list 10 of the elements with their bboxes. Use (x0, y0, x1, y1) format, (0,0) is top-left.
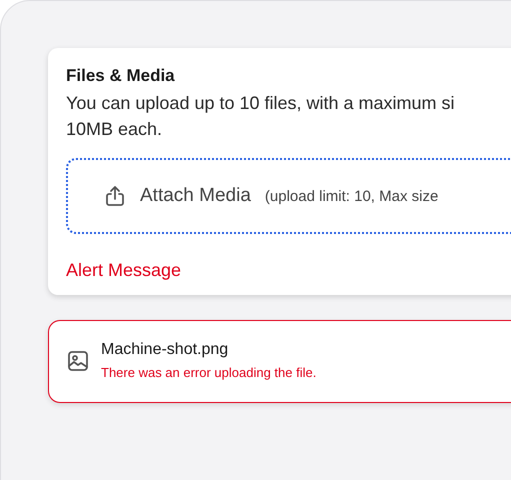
alert-message: Alert Message (66, 260, 182, 281)
description: You can upload up to 10 files, with a maximum si 10MB each. (66, 92, 456, 141)
error-message: There was an error uploading the file. (101, 365, 316, 380)
image-icon (67, 350, 89, 372)
file-name: Machine-shot.png (101, 341, 230, 359)
attach-media-label: Attach Media (140, 185, 251, 207)
upload-icon (104, 185, 126, 207)
upload-limit-hint: (upload limit: 10, Max size (264, 188, 438, 204)
section-title: Files & Media (66, 66, 176, 86)
attach-media-dropzone[interactable]: Attach Media (upload limit: 10, Max size (66, 158, 511, 234)
